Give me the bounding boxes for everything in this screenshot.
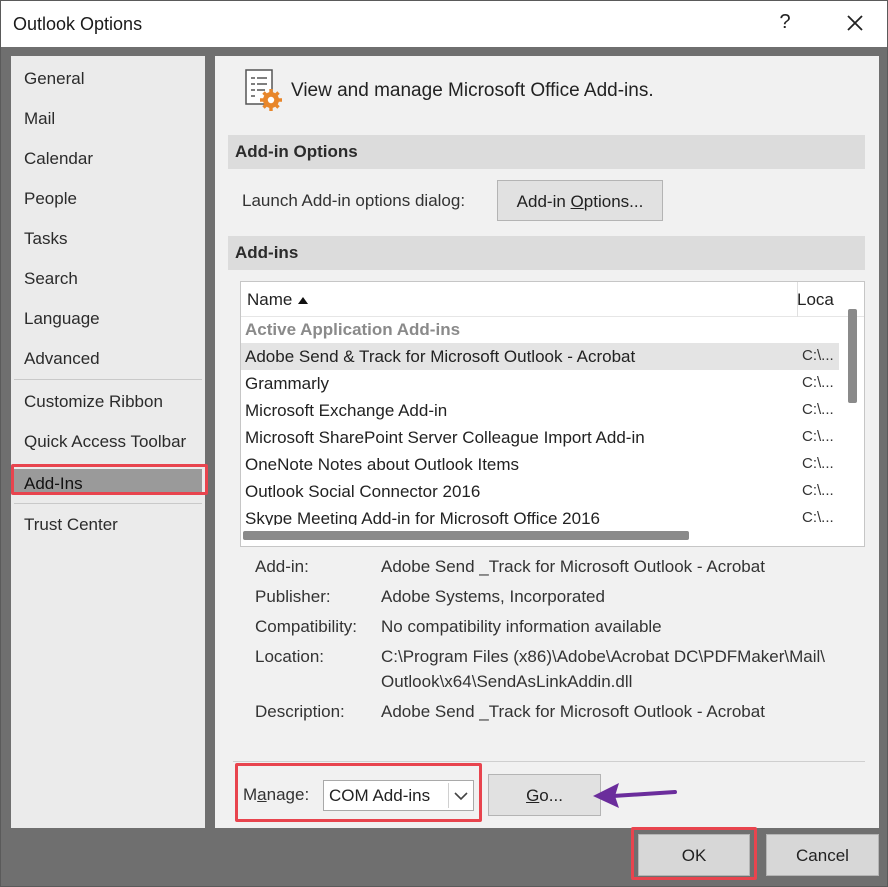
outlook-options-dialog: Outlook Options ? General Mail Calendar … xyxy=(0,0,888,887)
window-title: Outlook Options xyxy=(13,14,143,34)
list-item[interactable]: Outlook Social Connector 2016 C:\... xyxy=(241,478,839,505)
vertical-scrollbar[interactable] xyxy=(841,302,864,528)
addins-list[interactable]: Name Loca Active Application Add-ins Ado… xyxy=(240,281,865,547)
add-ins-highlight-box xyxy=(11,464,208,495)
sidebar-item-search[interactable]: Search xyxy=(14,263,202,295)
list-item-name: Microsoft SharePoint Server Colleague Im… xyxy=(245,428,645,447)
launch-addin-options-label: Launch Add-in options dialog: xyxy=(242,191,466,210)
addins-settings-icon xyxy=(243,68,287,119)
manage-highlight-box xyxy=(235,763,482,822)
detail-label-compatibility: Compatibility: xyxy=(255,617,358,636)
sidebar-item-customize-ribbon[interactable]: Customize Ribbon xyxy=(14,386,202,418)
title-bar: Outlook Options ? xyxy=(1,1,887,47)
options-sidebar: General Mail Calendar People Tasks Searc… xyxy=(11,56,205,828)
sort-ascending-icon xyxy=(297,290,309,309)
section-title: Add-ins xyxy=(235,243,299,262)
column-header-name-text: Name xyxy=(247,290,293,309)
list-item[interactable]: Microsoft SharePoint Server Colleague Im… xyxy=(241,424,839,451)
list-item[interactable]: Adobe Send & Track for Microsoft Outlook… xyxy=(241,343,839,370)
go-button-accelerator: G xyxy=(526,786,540,805)
list-item-name: Adobe Send & Track for Microsoft Outlook… xyxy=(245,347,636,366)
detail-value-compatibility: No compatibility information available xyxy=(381,617,662,636)
sidebar-item-calendar[interactable]: Calendar xyxy=(14,143,202,175)
sidebar-separator xyxy=(14,503,202,504)
scrollbar-thumb[interactable] xyxy=(848,309,857,403)
list-item[interactable]: OneNote Notes about Outlook Items C:\... xyxy=(241,451,839,478)
sidebar-item-trust-center[interactable]: Trust Center xyxy=(14,509,202,541)
horizontal-scrollbar[interactable] xyxy=(241,525,841,546)
help-button[interactable]: ? xyxy=(775,11,795,35)
list-item[interactable]: Skype Meeting Add-in for Microsoft Offic… xyxy=(241,505,839,525)
sidebar-item-general[interactable]: General xyxy=(14,63,202,95)
list-item-name: Microsoft Exchange Add-in xyxy=(245,401,448,420)
button-text-accelerator: O xyxy=(570,192,584,211)
list-item-location: C:\... xyxy=(802,428,834,445)
sidebar-separator xyxy=(14,379,202,380)
column-header-name[interactable]: Name xyxy=(247,290,309,310)
addin-options-section-header: Add-in Options xyxy=(228,135,865,169)
detail-label-publisher: Publisher: xyxy=(255,587,331,606)
detail-value-addin: Adobe Send _Track for Microsoft Outlook … xyxy=(381,557,765,576)
close-icon[interactable] xyxy=(841,9,869,37)
go-button[interactable]: Go... xyxy=(488,774,601,816)
list-item-name: Skype Meeting Add-in for Microsoft Offic… xyxy=(245,509,600,525)
divider xyxy=(233,761,865,762)
detail-label-location: Location: xyxy=(255,647,324,666)
sidebar-item-advanced[interactable]: Advanced xyxy=(14,343,202,375)
cancel-button[interactable]: Cancel xyxy=(766,834,879,876)
section-title: Add-in Options xyxy=(235,142,358,161)
addins-section-header: Add-ins xyxy=(228,236,865,270)
button-text: ptions... xyxy=(583,192,644,211)
list-item[interactable]: Grammarly C:\... xyxy=(241,370,839,397)
button-text: Add-in xyxy=(516,192,571,211)
column-header-location[interactable]: Loca xyxy=(797,290,834,310)
list-item-name: Active Application Add-ins xyxy=(245,320,461,339)
list-group-header: Active Application Add-ins xyxy=(241,316,839,343)
list-item-location: C:\... xyxy=(802,482,834,499)
detail-value-publisher: Adobe Systems, Incorporated xyxy=(381,587,605,606)
scrollbar-thumb[interactable] xyxy=(243,531,689,540)
detail-value-description: Adobe Send _Track for Microsoft Outlook … xyxy=(381,702,765,721)
list-item-name: OneNote Notes about Outlook Items xyxy=(245,455,520,474)
sidebar-item-people[interactable]: People xyxy=(14,183,202,215)
list-item-location: C:\... xyxy=(802,347,834,364)
sidebar-item-mail[interactable]: Mail xyxy=(14,103,202,135)
list-item[interactable]: Microsoft Exchange Add-in C:\... xyxy=(241,397,839,424)
list-item-location: C:\... xyxy=(802,509,834,525)
sidebar-item-quick-access-toolbar[interactable]: Quick Access Toolbar xyxy=(14,426,202,458)
sidebar-item-tasks[interactable]: Tasks xyxy=(14,223,202,255)
ok-highlight-box xyxy=(631,827,757,880)
detail-label-description: Description: xyxy=(255,702,345,721)
list-item-location: C:\... xyxy=(802,455,834,472)
arrow-annotation-icon xyxy=(591,777,681,818)
sidebar-item-language[interactable]: Language xyxy=(14,303,202,335)
list-item-location: C:\... xyxy=(802,374,834,391)
detail-value-location: C:\Program Files (x86)\Adobe\Acrobat DC\… xyxy=(381,647,826,666)
detail-label-addin: Add-in: xyxy=(255,557,309,576)
page-heading: View and manage Microsoft Office Add-ins… xyxy=(291,80,654,101)
addin-options-button[interactable]: Add-in Options... xyxy=(497,180,663,221)
list-item-name: Outlook Social Connector 2016 xyxy=(245,482,481,501)
go-button-text: o... xyxy=(539,786,563,805)
list-item-name: Grammarly xyxy=(245,374,330,393)
list-item-location: C:\... xyxy=(802,401,834,418)
list-header: Name Loca xyxy=(241,282,864,317)
detail-value-location-cont: Outlook\x64\SendAsLinkAddin.dll xyxy=(381,672,633,691)
